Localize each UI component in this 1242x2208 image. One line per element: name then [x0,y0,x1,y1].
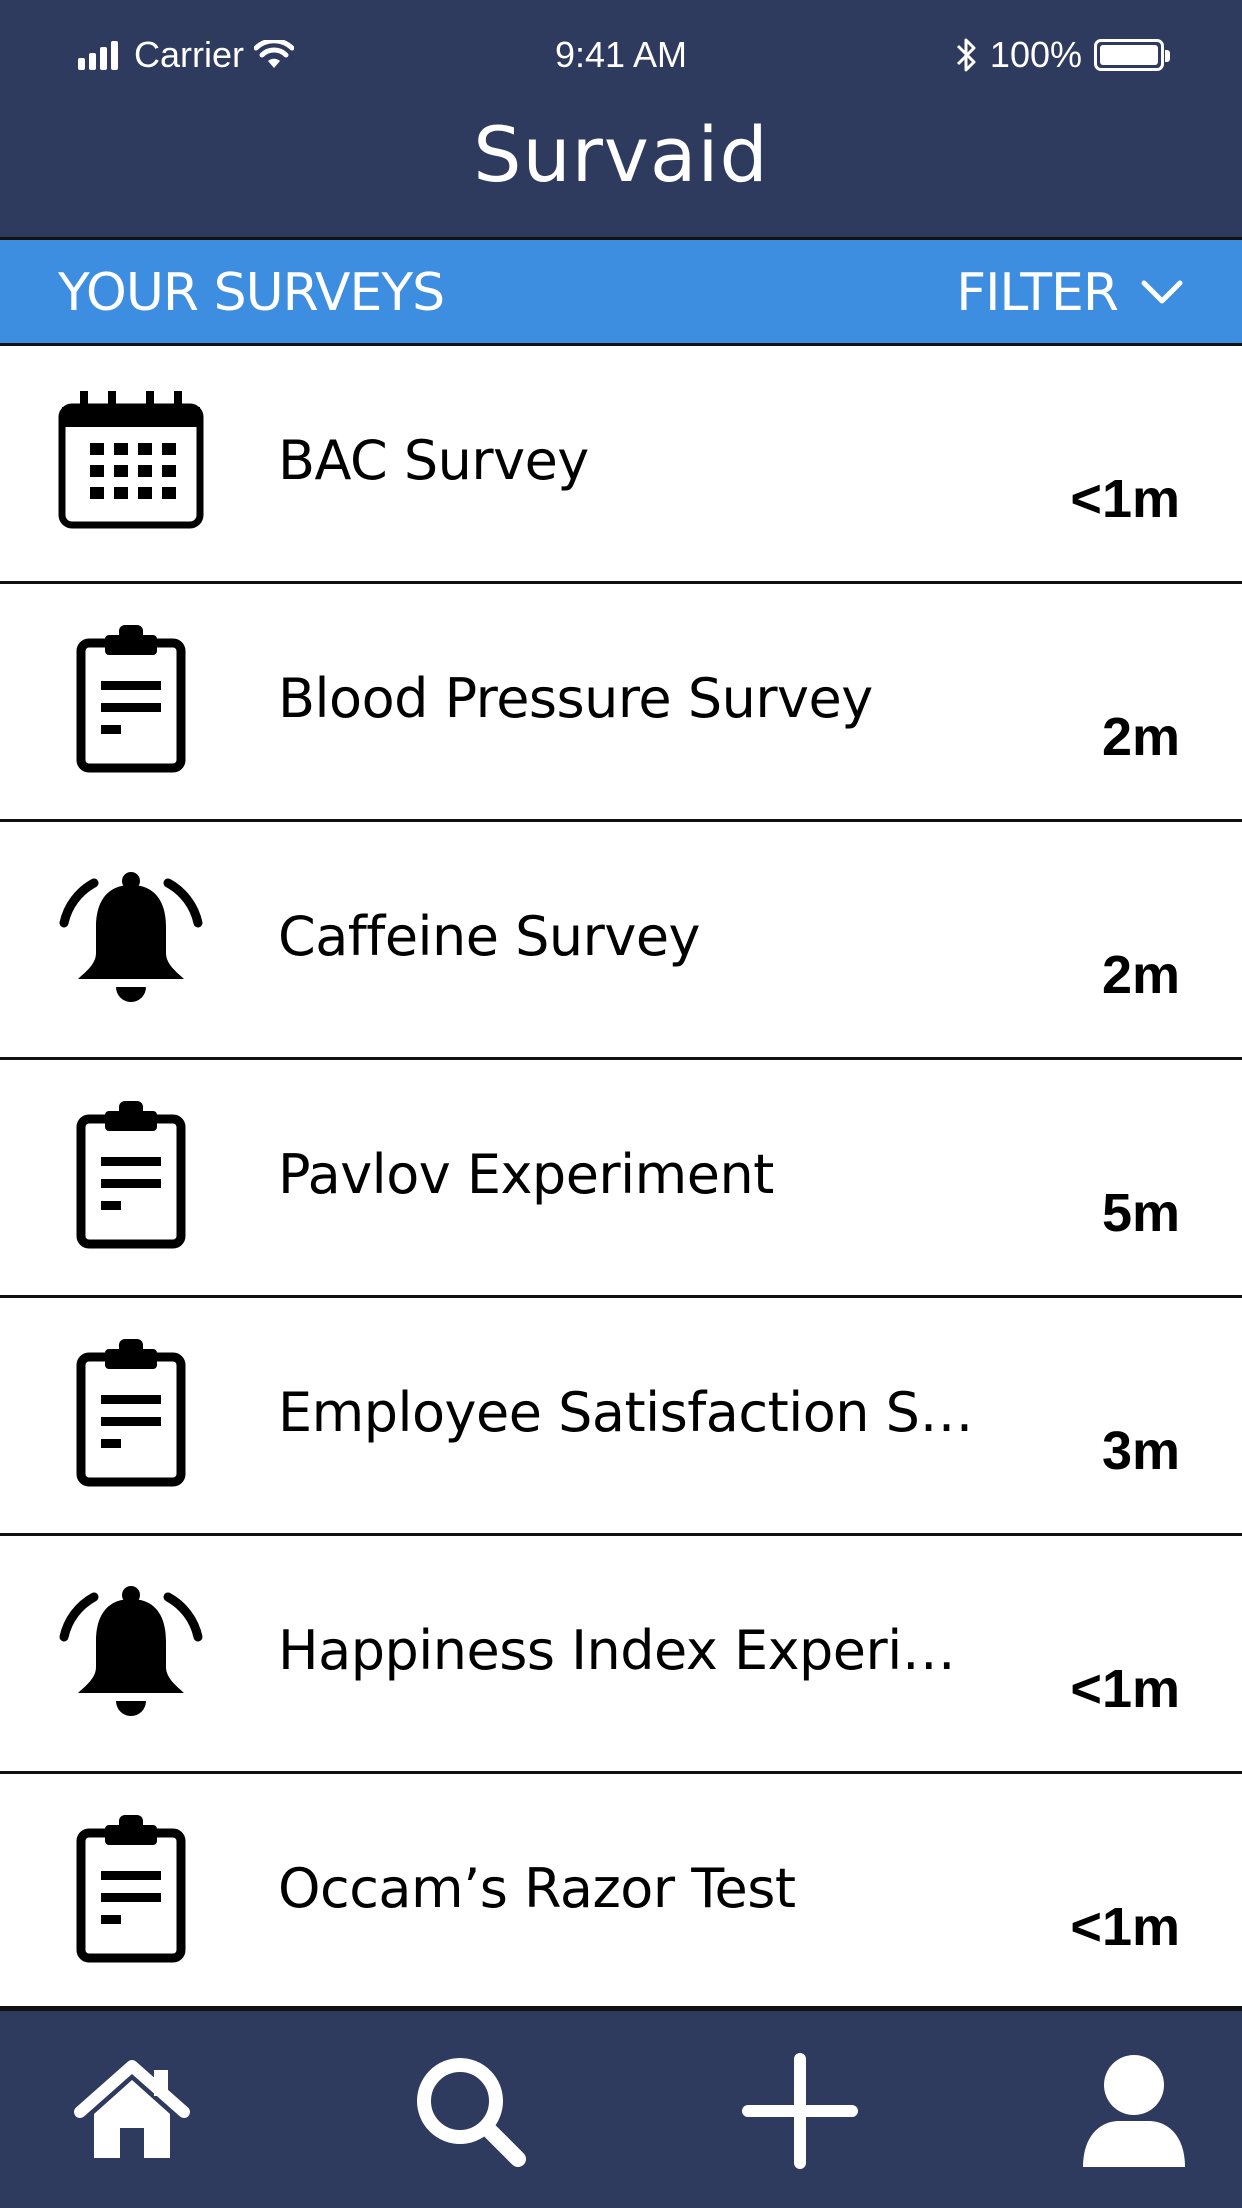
chevron-down-icon [1141,280,1183,304]
survey-duration: <1m [1070,469,1180,529]
survey-row[interactable]: Blood Pressure Survey 2m [0,584,1242,822]
bottom-nav [0,2006,1242,2208]
survey-title: BAC Survey [278,429,589,492]
survey-title: Pavlov Experiment [278,1143,774,1206]
nav-profile-button[interactable] [1074,2051,1194,2171]
status-right: 100% [954,30,1170,80]
survey-title: Employee Satisfaction S… [278,1381,973,1444]
filter-button[interactable]: FILTER [956,240,1184,346]
app-title: Survaid [473,110,769,199]
status-bar: Carrier 9:41 AM 100% [0,0,1242,110]
survey-duration: <1m [1070,1897,1180,1957]
section-title: YOUR SURVEYS [58,263,445,323]
survey-row[interactable]: Employee Satisfaction S… 3m [0,1298,1242,1536]
survey-row[interactable]: Caffeine Survey 2m [0,822,1242,1060]
bluetooth-icon [956,38,976,72]
survey-duration: 2m [1101,707,1180,767]
search-icon [417,2058,526,2167]
clipboard-icon [56,1332,206,1492]
survey-title: Blood Pressure Survey [278,667,873,730]
survey-duration: <1m [1070,1659,1180,1719]
battery-percent: 100% [989,34,1082,75]
filter-label: FILTER [956,263,1119,323]
nav-add-button[interactable] [740,2051,860,2171]
nav-search-button[interactable] [410,2051,530,2171]
survey-title: Happiness Index Experi… [278,1619,956,1682]
nav-home-button[interactable] [72,2051,192,2171]
survey-title: Occam’s Razor Test [278,1857,796,1920]
survey-duration: 3m [1101,1421,1180,1481]
plus-icon [742,2053,858,2169]
app-header: Carrier 9:41 AM 100% Survaid [0,0,1242,240]
bell-ringing-icon [56,1570,206,1730]
battery-icon [1094,39,1170,71]
clipboard-icon [56,1808,206,1968]
calendar-icon [56,380,206,540]
survey-row[interactable]: Pavlov Experiment 5m [0,1060,1242,1298]
survey-duration: 2m [1101,945,1180,1005]
user-icon [1083,2055,1185,2167]
clipboard-icon [56,618,206,778]
survey-row[interactable]: BAC Survey <1m [0,346,1242,584]
survey-row[interactable]: Happiness Index Experi… <1m [0,1536,1242,1774]
home-icon [74,2060,190,2158]
survey-title: Caffeine Survey [278,905,701,968]
section-bar: YOUR SURVEYS FILTER [0,240,1242,346]
survey-row[interactable]: Occam’s Razor Test <1m [0,1774,1242,2012]
bell-ringing-icon [56,856,206,1016]
clipboard-icon [56,1094,206,1254]
survey-duration: 5m [1101,1183,1180,1243]
survey-list-screen: Carrier 9:41 AM 100% Survaid YOUR SURVEY… [0,0,1242,2208]
survey-list: BAC Survey <1m Blood Pressure Survey 2m [0,346,1242,2012]
